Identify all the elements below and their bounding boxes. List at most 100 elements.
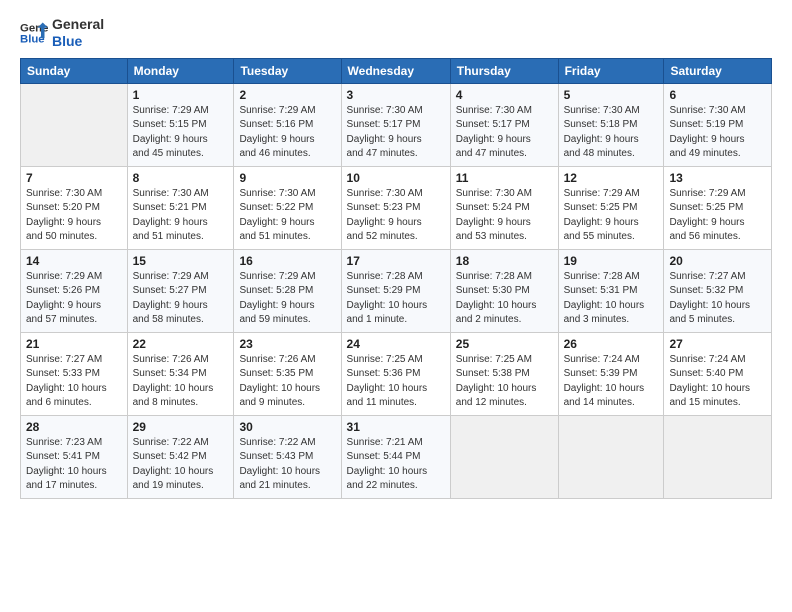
day-info: Sunset: 5:17 PM: [347, 118, 445, 133]
day-number: 2: [239, 88, 335, 102]
day-info: and 6 minutes.: [26, 396, 122, 411]
calendar-cell: [21, 83, 128, 166]
day-info: Sunset: 5:35 PM: [239, 367, 335, 382]
day-number: 10: [347, 171, 445, 185]
calendar-cell: 8Sunrise: 7:30 AMSunset: 5:21 PMDaylight…: [127, 166, 234, 249]
day-info: and 56 minutes.: [669, 230, 766, 245]
day-number: 16: [239, 254, 335, 268]
day-number: 1: [133, 88, 229, 102]
day-info: Daylight: 10 hours: [133, 465, 229, 480]
day-info: and 50 minutes.: [26, 230, 122, 245]
day-info: and 45 minutes.: [133, 147, 229, 162]
day-info: Sunrise: 7:26 AM: [239, 353, 335, 368]
day-info: Daylight: 10 hours: [456, 299, 553, 314]
day-info: and 22 minutes.: [347, 479, 445, 494]
day-info: Sunset: 5:30 PM: [456, 284, 553, 299]
day-info: Daylight: 10 hours: [347, 465, 445, 480]
day-info: Daylight: 9 hours: [456, 216, 553, 231]
calendar-cell: 10Sunrise: 7:30 AMSunset: 5:23 PMDayligh…: [341, 166, 450, 249]
day-info: Daylight: 10 hours: [26, 465, 122, 480]
calendar-cell: [664, 415, 772, 498]
day-info: Sunset: 5:27 PM: [133, 284, 229, 299]
day-info: Daylight: 10 hours: [347, 382, 445, 397]
day-info: Sunset: 5:38 PM: [456, 367, 553, 382]
day-info: and 15 minutes.: [669, 396, 766, 411]
day-info: Sunrise: 7:29 AM: [133, 270, 229, 285]
weekday-header-friday: Friday: [558, 58, 664, 83]
day-info: Sunset: 5:22 PM: [239, 201, 335, 216]
calendar-table: SundayMondayTuesdayWednesdayThursdayFrid…: [20, 58, 772, 499]
calendar-cell: 21Sunrise: 7:27 AMSunset: 5:33 PMDayligh…: [21, 332, 128, 415]
day-info: Daylight: 10 hours: [239, 465, 335, 480]
day-info: Daylight: 9 hours: [239, 216, 335, 231]
day-number: 6: [669, 88, 766, 102]
day-info: Daylight: 10 hours: [347, 299, 445, 314]
day-info: Daylight: 9 hours: [669, 216, 766, 231]
day-number: 31: [347, 420, 445, 434]
day-info: and 59 minutes.: [239, 313, 335, 328]
day-info: Daylight: 9 hours: [133, 133, 229, 148]
calendar-cell: 30Sunrise: 7:22 AMSunset: 5:43 PMDayligh…: [234, 415, 341, 498]
day-info: Sunset: 5:15 PM: [133, 118, 229, 133]
day-info: and 47 minutes.: [347, 147, 445, 162]
calendar-cell: 23 Sunrise: 7:26 AMSunset: 5:35 PMDayligh…: [234, 332, 341, 415]
day-info: Daylight: 10 hours: [239, 382, 335, 397]
day-info: Sunset: 5:25 PM: [669, 201, 766, 216]
day-info: Sunrise: 7:24 AM: [669, 353, 766, 368]
calendar-cell: 27Sunrise: 7:24 AMSunset: 5:40 PMDayligh…: [664, 332, 772, 415]
logo: General Blue General Blue: [20, 16, 104, 50]
day-info: Sunrise: 7:30 AM: [456, 187, 553, 202]
day-number: 28: [26, 420, 122, 434]
day-info: Sunrise: 7:24 AM: [564, 353, 659, 368]
day-info: Daylight: 10 hours: [26, 382, 122, 397]
day-info: Daylight: 10 hours: [133, 382, 229, 397]
svg-text:Blue: Blue: [20, 33, 45, 45]
day-info: Daylight: 9 hours: [669, 133, 766, 148]
calendar-cell: 14Sunrise: 7:29 AMSunset: 5:26 PMDayligh…: [21, 249, 128, 332]
day-info: Sunrise: 7:28 AM: [456, 270, 553, 285]
day-info: and 52 minutes.: [347, 230, 445, 245]
calendar-cell: 22Sunrise: 7:26 AMSunset: 5:34 PMDayligh…: [127, 332, 234, 415]
day-info: Daylight: 9 hours: [456, 133, 553, 148]
day-number: 24: [347, 337, 445, 351]
day-info: Sunset: 5:26 PM: [26, 284, 122, 299]
day-info: Sunset: 5:34 PM: [133, 367, 229, 382]
day-info: Sunset: 5:21 PM: [133, 201, 229, 216]
calendar-cell: 2Sunrise: 7:29 AMSunset: 5:16 PMDaylight…: [234, 83, 341, 166]
logo-blue: Blue: [52, 33, 104, 50]
day-info: Sunrise: 7:29 AM: [239, 270, 335, 285]
day-number: 11: [456, 171, 553, 185]
day-info: and 5 minutes.: [669, 313, 766, 328]
day-number: 27: [669, 337, 766, 351]
calendar-cell: 19Sunrise: 7:28 AMSunset: 5:31 PMDayligh…: [558, 249, 664, 332]
day-number: 30: [239, 420, 335, 434]
day-info: and 2 minutes.: [456, 313, 553, 328]
day-info: Sunset: 5:20 PM: [26, 201, 122, 216]
day-number: 19: [564, 254, 659, 268]
calendar-cell: 16Sunrise: 7:29 AMSunset: 5:28 PMDayligh…: [234, 249, 341, 332]
day-info: Daylight: 9 hours: [26, 299, 122, 314]
day-info: Sunrise: 7:27 AM: [26, 353, 122, 368]
day-info: Sunset: 5:32 PM: [669, 284, 766, 299]
calendar-cell: 6Sunrise: 7:30 AMSunset: 5:19 PMDaylight…: [664, 83, 772, 166]
day-info: and 49 minutes.: [669, 147, 766, 162]
logo-icon: General Blue: [20, 19, 48, 47]
day-info: Daylight: 10 hours: [456, 382, 553, 397]
day-number: 8: [133, 171, 229, 185]
calendar-cell: [558, 415, 664, 498]
day-info: Sunset: 5:42 PM: [133, 450, 229, 465]
day-info: Sunset: 5:17 PM: [456, 118, 553, 133]
day-number: 14: [26, 254, 122, 268]
calendar-cell: 24Sunrise: 7:25 AMSunset: 5:36 PMDayligh…: [341, 332, 450, 415]
day-info: and 51 minutes.: [239, 230, 335, 245]
day-info: Sunrise: 7:30 AM: [347, 187, 445, 202]
day-info: Daylight: 9 hours: [133, 299, 229, 314]
weekday-header-monday: Monday: [127, 58, 234, 83]
calendar-cell: 4Sunrise: 7:30 AMSunset: 5:17 PMDaylight…: [450, 83, 558, 166]
day-info: and 48 minutes.: [564, 147, 659, 162]
day-number: 17: [347, 254, 445, 268]
day-number: 26: [564, 337, 659, 351]
day-number: 23: [239, 337, 335, 351]
day-info: Sunrise: 7:30 AM: [669, 104, 766, 119]
day-number: 15: [133, 254, 229, 268]
